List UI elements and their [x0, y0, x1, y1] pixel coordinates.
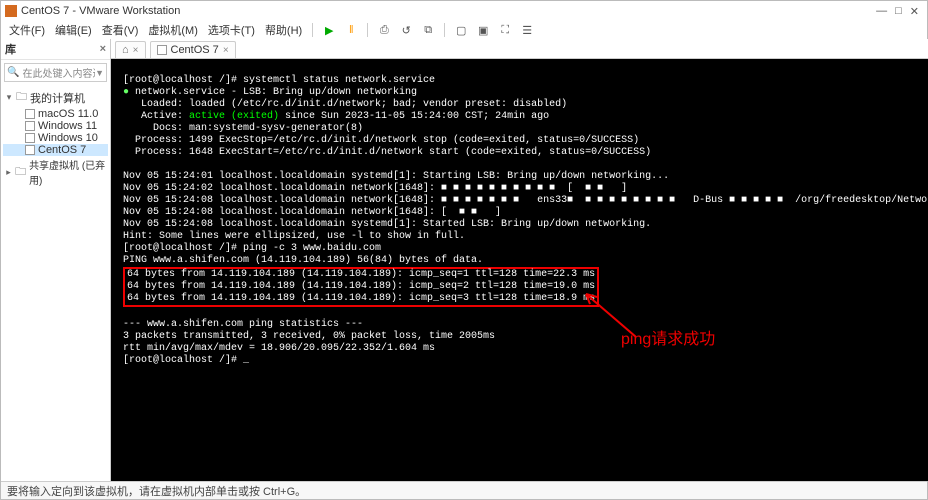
tree-root-shared[interactable]: ▸🗀 共享虚拟机 (已弃用) [3, 156, 108, 188]
snapshot-button[interactable]: ⎙ [376, 22, 392, 38]
vmware-icon [5, 5, 17, 17]
revert-button[interactable]: ↺ [398, 22, 414, 38]
fullscreen-button[interactable]: ⛶ [497, 22, 513, 38]
search-dropdown-icon[interactable]: ▼ [95, 68, 104, 78]
tab-close-icon[interactable]: × [223, 45, 229, 56]
menubar: 文件(F) 编辑(E) 查看(V) 虚拟机(M) 选项卡(T) 帮助(H) ▶ … [1, 21, 927, 39]
folder-icon: 🗀 [15, 163, 26, 182]
library-sidebar: 库 × 🔍 在此处键入内容进行搜索 ▼ ▾🗀 我的计算机 macOS 11.0 … [1, 39, 111, 481]
search-placeholder: 在此处键入内容进行搜索 [22, 65, 95, 80]
tree-root-mycomputer[interactable]: ▾🗀 我的计算机 [3, 87, 108, 108]
tree-item-centos7[interactable]: CentOS 7 [3, 144, 108, 156]
vmware-window: CentOS 7 - VMware Workstation — □ ✕ 文件(F… [0, 0, 928, 500]
play-button[interactable]: ▶ [321, 22, 337, 38]
menu-file[interactable]: 文件(F) [5, 21, 49, 39]
library-header: 库 [5, 41, 16, 57]
annotation-text: ping请求成功 [621, 334, 715, 346]
terminal[interactable]: [root@localhost /]# systemctl status net… [111, 59, 928, 481]
tree-item-win11[interactable]: Windows 11 [3, 120, 108, 132]
close-button[interactable]: ✕ [910, 5, 919, 18]
console-button[interactable]: ▣ [475, 22, 491, 38]
titlebar: CentOS 7 - VMware Workstation — □ ✕ [1, 1, 927, 21]
library-search[interactable]: 🔍 在此处键入内容进行搜索 ▼ [4, 63, 107, 82]
vm-tab[interactable]: CentOS 7 × [150, 41, 236, 58]
menu-tabs[interactable]: 选项卡(T) [204, 21, 259, 39]
menu-help[interactable]: 帮助(H) [261, 21, 306, 39]
menu-edit[interactable]: 编辑(E) [51, 21, 96, 39]
home-tab[interactable]: ⌂ × [115, 41, 146, 58]
menu-view[interactable]: 查看(V) [98, 21, 143, 39]
ping-highlight-box: 64 bytes from 14.119.104.189 (14.119.104… [123, 267, 599, 307]
menu-vm[interactable]: 虚拟机(M) [144, 21, 202, 39]
manage-button[interactable]: ⧉ [420, 22, 436, 38]
home-icon: ⌂ [122, 44, 129, 56]
folder-icon: 🗀 [16, 88, 27, 107]
minimize-button[interactable]: — [876, 5, 887, 18]
tabstrip: ⌂ × CentOS 7 × [111, 39, 928, 59]
maximize-button[interactable]: □ [895, 5, 902, 18]
thumbnail-button[interactable]: ☰ [519, 22, 535, 38]
vm-icon [157, 45, 167, 55]
tree-item-win10[interactable]: Windows 10 [3, 132, 108, 144]
main-area: ⌂ × CentOS 7 × [root@localhost /]# syste… [111, 39, 928, 481]
unity-button[interactable]: ▢ [453, 22, 469, 38]
statusbar: 要将输入定向到该虚拟机，请在虚拟机内部单击或按 Ctrl+G。 [1, 481, 927, 499]
window-title: CentOS 7 - VMware Workstation [21, 5, 180, 17]
library-close-icon[interactable]: × [100, 43, 106, 55]
tab-close-icon[interactable]: × [133, 45, 139, 56]
pause-button[interactable]: ‖ [343, 22, 359, 38]
tree-item-macos[interactable]: macOS 11.0 [3, 108, 108, 120]
library-tree: ▾🗀 我的计算机 macOS 11.0 Windows 11 Windows 1… [1, 85, 110, 190]
